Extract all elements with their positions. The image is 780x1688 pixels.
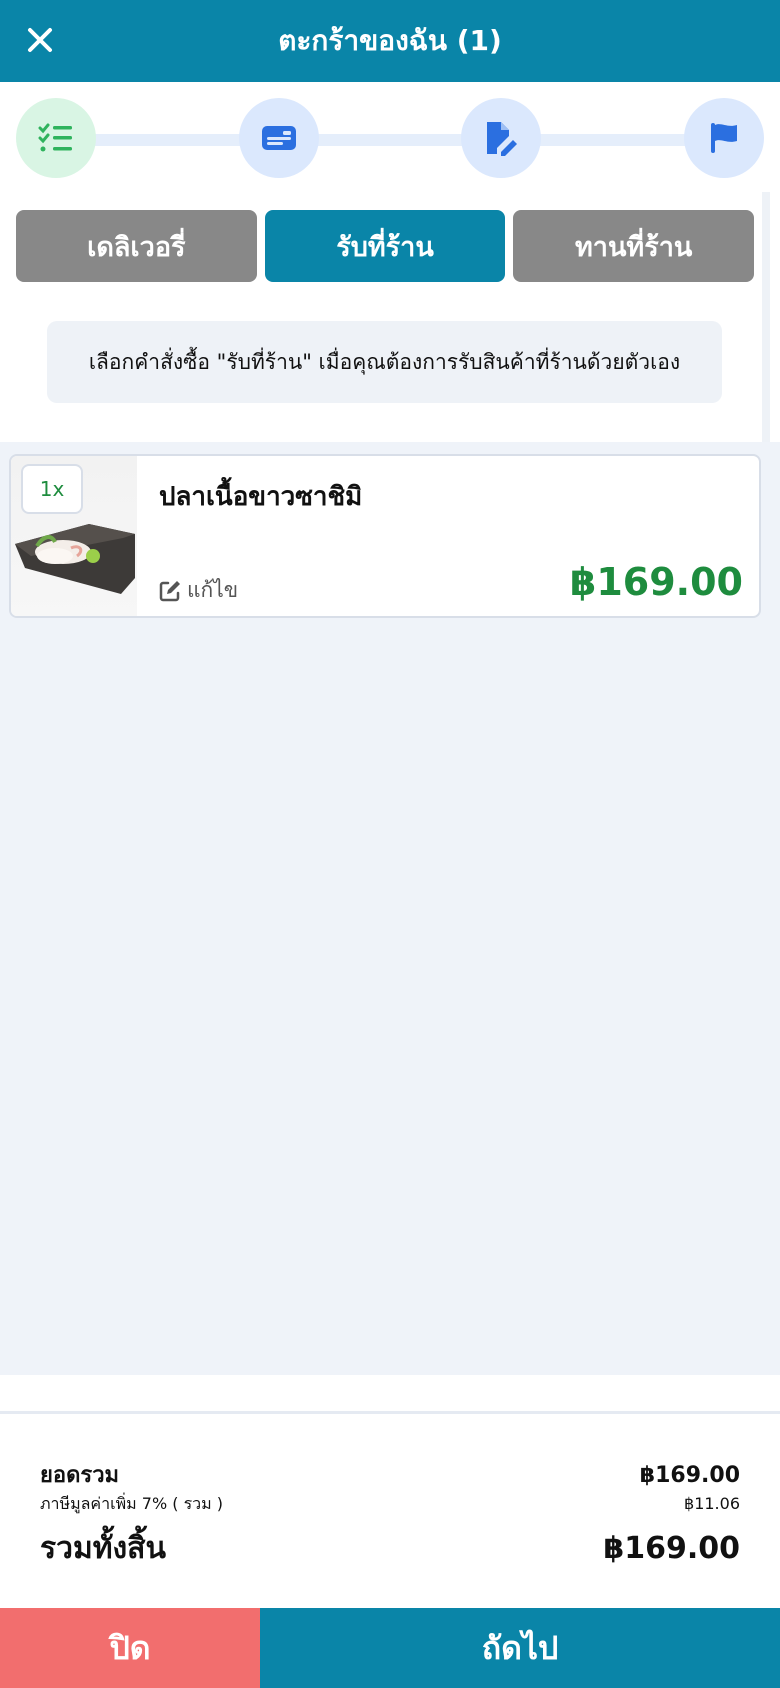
item-price: ฿169.00 — [569, 560, 743, 604]
edit-item-button[interactable]: แก้ไข — [159, 574, 238, 607]
item-quantity: 1x — [21, 464, 83, 514]
step-cart[interactable] — [16, 98, 96, 178]
total-label: รวมทั้งสิ้น — [40, 1531, 166, 1566]
total-value: ฿169.00 — [603, 1531, 740, 1566]
edit-icon — [159, 580, 180, 601]
cart-item[interactable]: 1x ปลาเนื้อขาวซาชิมิ แก้ไข ฿169.00 — [9, 454, 761, 618]
subtotal-label: ยอดรวม — [40, 1463, 120, 1488]
vat-row: ภาษีมูลค่าเพิ่ม 7% ( รวม ) ฿11.06 — [40, 1492, 740, 1517]
app-header: ตะกร้าของฉัน (1) — [0, 0, 780, 82]
order-summary: ยอดรวม ฿169.00 ภาษีมูลค่าเพิ่ม 7% ( รวม … — [0, 1375, 780, 1608]
tab-delivery[interactable]: เดลิเวอรี่ — [16, 210, 257, 282]
tab-dine-in[interactable]: ทานที่ร้าน — [513, 210, 755, 282]
footer-actions: ปิด ถัดไป — [0, 1608, 780, 1688]
close-button[interactable]: ปิด — [0, 1608, 260, 1688]
step-finish[interactable] — [684, 98, 764, 178]
step-details[interactable] — [461, 98, 541, 178]
page-title: ตะกร้าของฉัน (1) — [278, 24, 502, 57]
close-icon[interactable] — [20, 20, 60, 60]
checkout-stepper — [0, 82, 780, 192]
order-type-note: เลือกคำสั่งซื้อ "รับที่ร้าน" เมื่อคุณต้อ… — [47, 321, 722, 403]
step-info[interactable] — [239, 98, 319, 178]
flag-icon — [711, 123, 737, 153]
file-edit-icon — [487, 122, 517, 156]
vat-label: ภาษีมูลค่าเพิ่ม 7% ( รวม ) — [40, 1494, 224, 1513]
order-type-tabs: เดลิเวอรี่ รับที่ร้าน ทานที่ร้าน — [16, 210, 755, 282]
edit-label: แก้ไข — [187, 578, 239, 602]
summary-divider — [0, 1411, 780, 1414]
tab-pickup[interactable]: รับที่ร้าน — [264, 210, 506, 282]
id-card-icon — [262, 126, 296, 150]
subtotal-value: ฿169.00 — [639, 1463, 740, 1488]
list-check-icon — [38, 123, 72, 152]
item-name: ปลาเนื้อขาวซาชิมิ — [159, 482, 363, 512]
total-row: รวมทั้งสิ้น ฿169.00 — [40, 1525, 740, 1572]
stepper-track — [56, 134, 724, 146]
order-type-panel: เดลิเวอรี่ รับที่ร้าน ทานที่ร้าน เลือกคำ… — [0, 192, 770, 442]
subtotal-row: ยอดรวม ฿169.00 — [40, 1457, 740, 1492]
cart-list: 1x ปลาเนื้อขาวซาชิมิ แก้ไข ฿169.00 — [0, 442, 780, 1375]
vat-value: ฿11.06 — [684, 1494, 740, 1513]
next-button[interactable]: ถัดไป — [260, 1608, 780, 1688]
